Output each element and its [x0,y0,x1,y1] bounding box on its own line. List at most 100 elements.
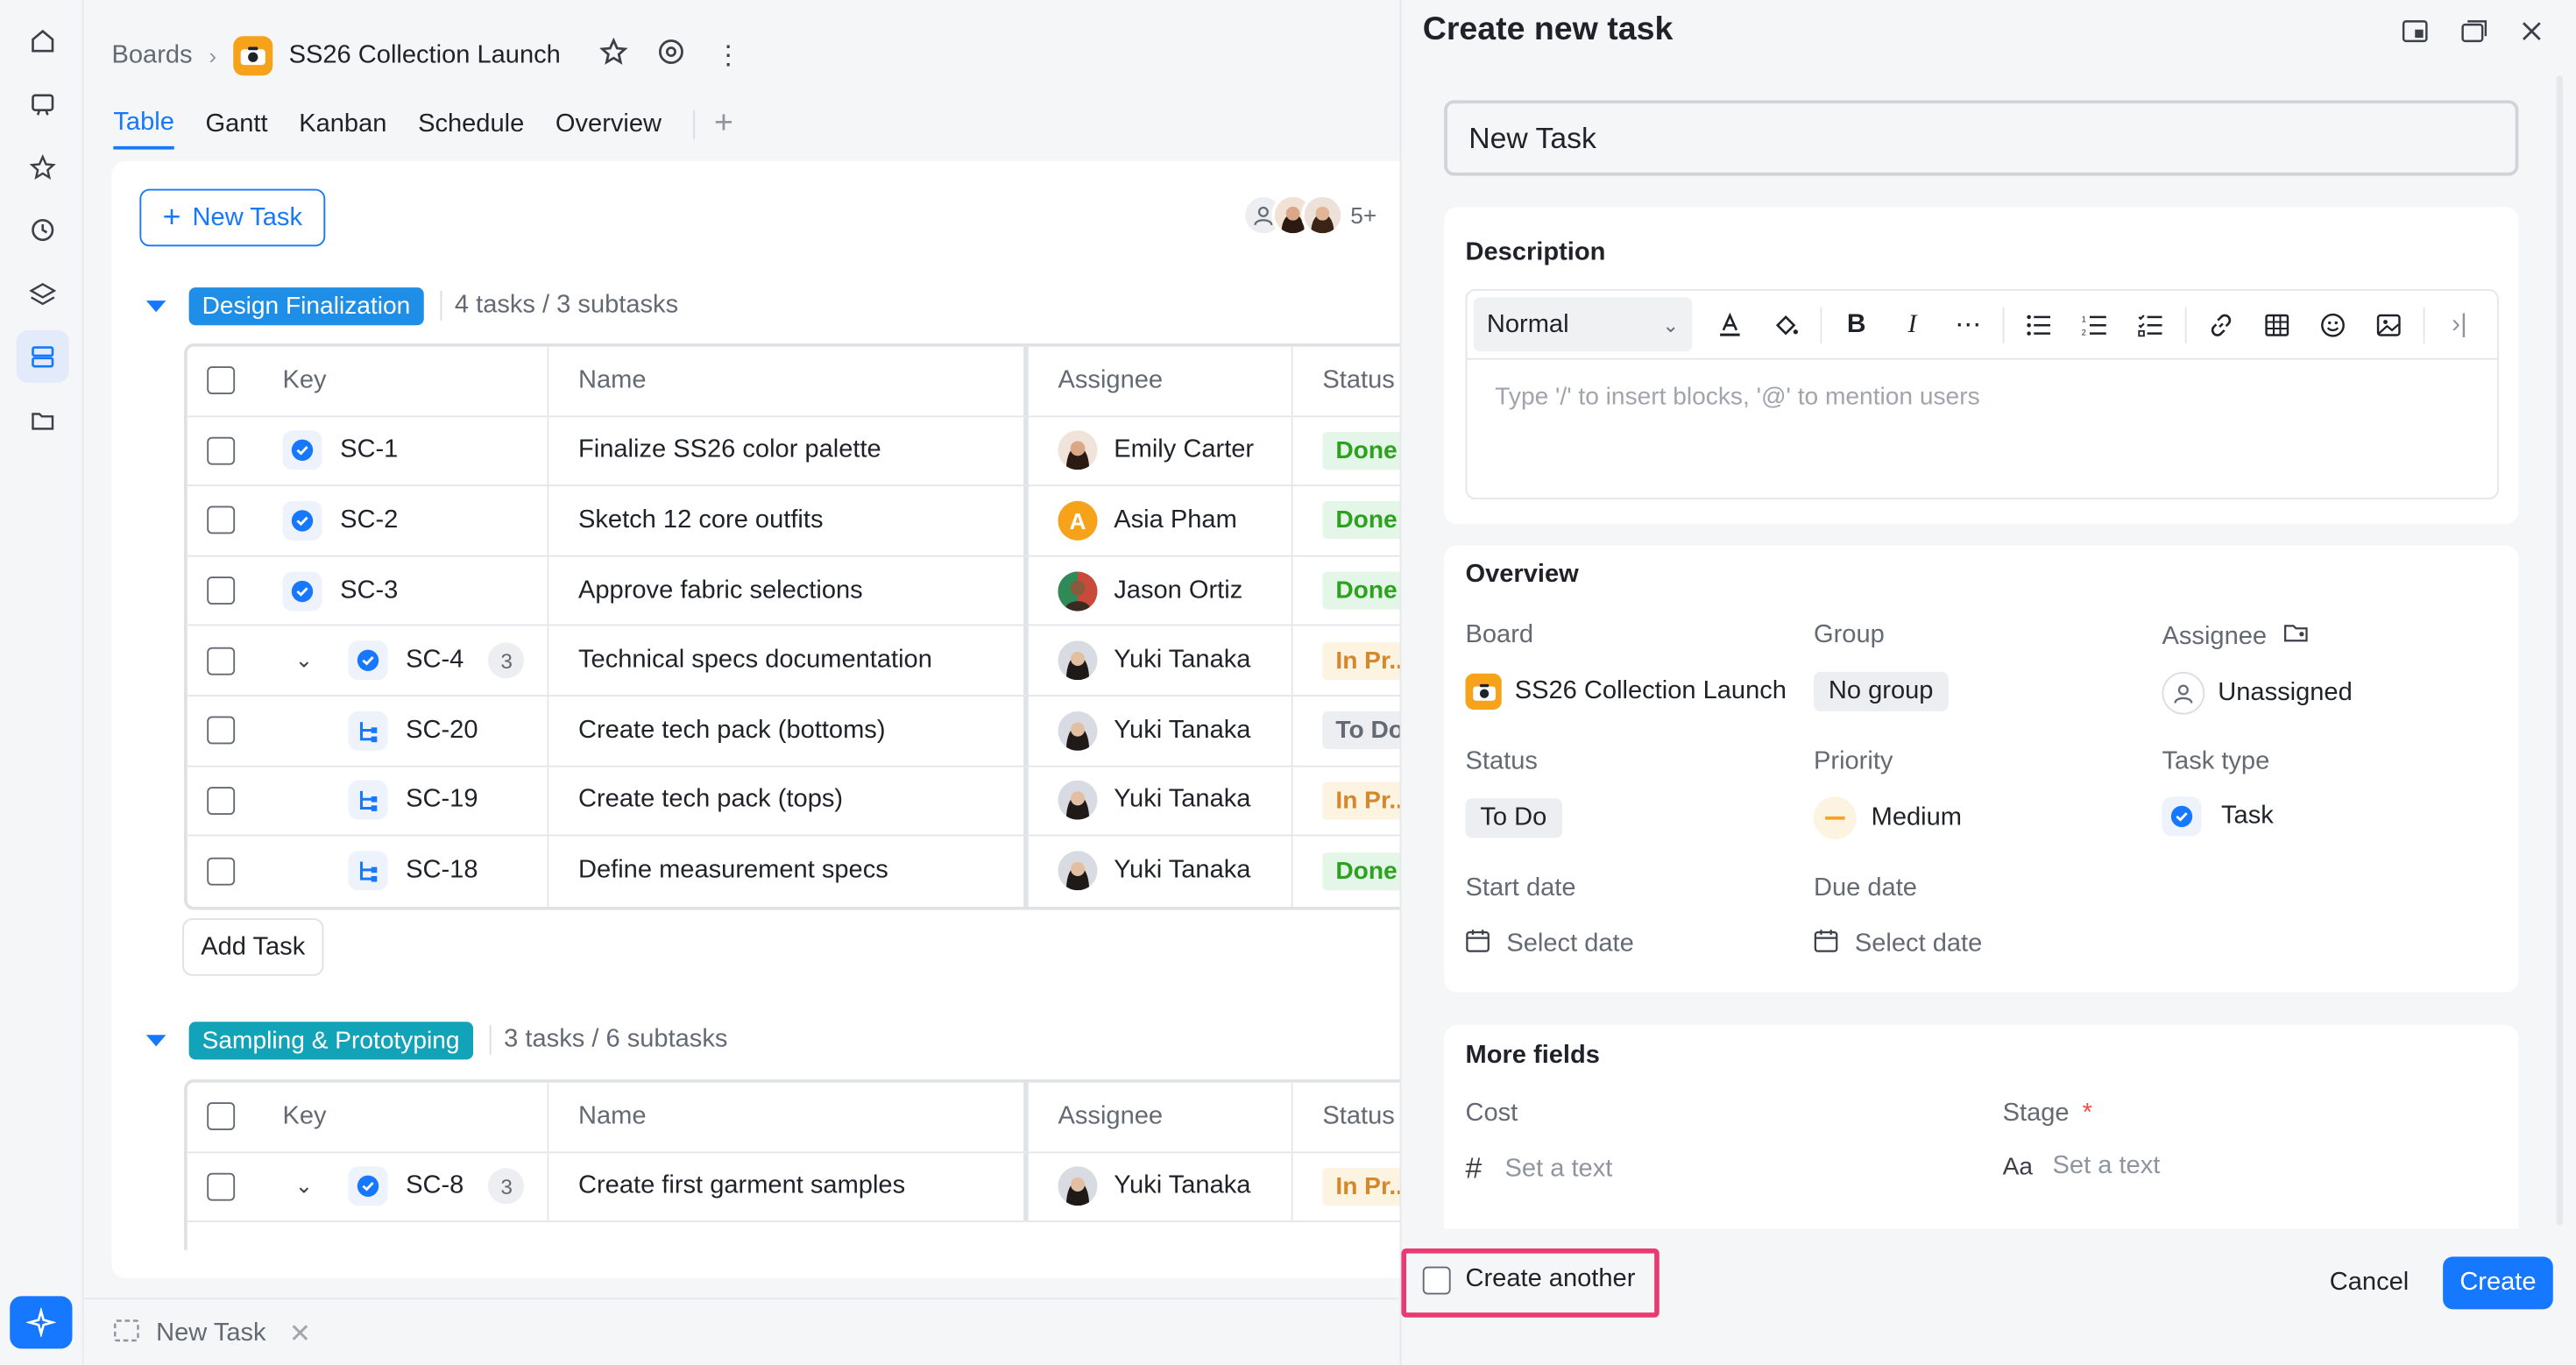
table-row[interactable]: SC-20 Create tech pack (bottoms) Yuki Ta… [187,696,1483,767]
tab-schedule[interactable]: Schedule [418,110,524,147]
description-editor[interactable]: Normal ⌄ B I ⋯ 12 ›| Type '/' to insert … [1465,289,2499,499]
side-panel-mode-icon[interactable] [2402,20,2428,52]
tab-kanban[interactable]: Kanban [299,110,386,147]
text-color-icon[interactable] [1702,298,1759,350]
task-name[interactable]: Finalize SS26 color palette [548,416,1029,485]
tab-overview[interactable]: Overview [556,110,662,147]
due-date-field[interactable]: Select date [1814,928,1982,961]
create-button[interactable]: Create [2443,1256,2553,1310]
modal-mode-icon[interactable] [2461,20,2488,52]
status-badge[interactable]: Done [1322,501,1411,540]
bold-icon[interactable]: B [1829,298,1885,350]
expand-toolbar-icon[interactable]: ›| [2431,298,2488,350]
row-checkbox[interactable] [206,647,235,675]
status-badge[interactable]: Done [1322,571,1411,610]
italic-icon[interactable]: I [1885,298,1941,350]
select-all-checkbox[interactable] [206,366,235,395]
project-name[interactable]: SS26 Collection Launch [289,41,561,71]
table-row[interactable]: SC-2 Sketch 12 core outfits A Asia Pham D… [187,486,1483,557]
chevron-down-icon[interactable]: ⌄ [293,647,315,674]
dock-tab-new-task[interactable]: New Task ✕ [113,1312,311,1355]
create-another-toggle[interactable]: Create another [1422,1265,1636,1295]
column-name[interactable]: Name [548,346,1029,415]
task-key[interactable]: SC-18 [406,857,478,887]
panel-scrollbar[interactable] [2556,75,2563,1226]
task-key[interactable]: SC-1 [340,436,398,466]
checklist-icon[interactable] [2123,298,2179,350]
breadcrumb-boards[interactable]: Boards [112,41,193,71]
priority-field[interactable]: Medium [1814,796,1962,840]
chevron-down-icon[interactable]: ⌄ [293,1173,315,1199]
emoji-icon[interactable] [2305,298,2361,350]
task-name[interactable]: Define measurement specs [548,836,1029,907]
collapse-triangle-icon[interactable] [145,300,166,312]
boards-icon[interactable] [16,329,69,383]
task-key[interactable]: SC-20 [406,716,478,746]
tasktype-field[interactable]: Task [2162,796,2274,837]
task-name[interactable]: Technical specs documentation [548,626,1029,696]
row-checkbox[interactable] [206,857,235,886]
column-name[interactable]: Name [548,1082,1029,1151]
task-name[interactable]: Create tech pack (bottoms) [548,696,1029,765]
create-another-checkbox[interactable] [1422,1265,1451,1294]
board-field[interactable]: SS26 Collection Launch [1465,673,1787,710]
create-another-label[interactable]: Create another [1466,1265,1636,1295]
cancel-button[interactable]: Cancel [2330,1269,2409,1298]
assignee-field[interactable]: Unassigned [2162,671,2353,715]
select-all-checkbox[interactable] [206,1102,235,1131]
favorite-star-icon[interactable] [599,37,629,74]
row-checkbox[interactable] [206,716,235,745]
status-badge[interactable]: Done [1322,852,1411,891]
bullet-list-icon[interactable] [2011,298,2067,350]
watch-icon[interactable] [657,38,685,74]
task-title-input[interactable]: New Task [1444,100,2519,176]
table-row[interactable]: ⌄ SC-8 3 Create first garment samples Yuki… [187,1152,1483,1223]
group-header[interactable]: Design Finalization 4 tasks / 3 subtasks [145,284,678,327]
close-icon[interactable] [2520,20,2543,52]
tab-table[interactable]: Table [113,108,174,149]
table-row[interactable]: SC-19 Create tech pack (tops) Yuki Tanak… [187,766,1483,837]
highlight-icon[interactable] [1758,298,1814,350]
task-name[interactable]: Create first garment samples [548,1152,1029,1221]
star-icon[interactable] [17,141,69,194]
task-key[interactable]: SC-2 [340,506,398,535]
more-format-icon[interactable]: ⋯ [1940,298,1996,350]
member-avatars[interactable]: 5+ [1242,194,1376,237]
task-key[interactable]: SC-3 [340,576,398,605]
group-header[interactable]: Sampling & Prototyping 3 tasks / 6 subta… [145,1019,727,1062]
close-icon[interactable]: ✕ [289,1318,311,1351]
row-checkbox[interactable] [206,576,235,605]
home-icon[interactable] [17,15,69,67]
task-key[interactable]: SC-8 [406,1172,464,1202]
more-options-icon[interactable]: ⋮ [715,39,741,73]
column-assignee[interactable]: Assignee [1029,346,1293,415]
row-checkbox[interactable] [206,1172,235,1201]
stage-field[interactable]: Aa Set a text [2003,1151,2161,1181]
task-name[interactable]: Create tech pack (tops) [548,766,1029,835]
tab-gantt[interactable]: Gantt [205,110,267,147]
column-key[interactable]: Key [253,346,549,415]
link-icon[interactable] [2193,298,2249,350]
task-key[interactable]: SC-19 [406,786,478,816]
table-row-partial[interactable] [188,1222,1483,1250]
task-key[interactable]: SC-4 [406,646,464,675]
team-folder-icon[interactable] [2283,621,2310,653]
history-icon[interactable] [17,204,69,257]
numbered-list-icon[interactable]: 12 [2067,298,2123,350]
image-icon[interactable] [2360,298,2417,350]
ai-assistant-button[interactable] [10,1296,73,1349]
table-row[interactable]: SC-3 Approve fabric selections Jason Ort… [187,556,1483,627]
status-field[interactable]: To Do [1465,798,1562,838]
table-row[interactable]: ⌄ SC-4 3 Technical specs documentation Yuk… [187,626,1483,697]
table-icon[interactable] [2249,298,2305,350]
start-date-field[interactable]: Select date [1466,928,1634,961]
group-field[interactable]: No group [1814,671,1949,711]
cost-field[interactable]: # Set a text [1466,1151,1613,1185]
text-style-select[interactable]: Normal ⌄ [1473,297,1693,352]
row-checkbox[interactable] [206,786,235,815]
row-checkbox[interactable] [206,436,235,465]
column-key[interactable]: Key [253,1082,549,1151]
task-name[interactable]: Approve fabric selections [548,556,1029,626]
add-task-button[interactable]: Add Task [182,918,324,976]
table-row[interactable]: SC-18 Define measurement specs Yuki Tana… [188,836,1483,907]
